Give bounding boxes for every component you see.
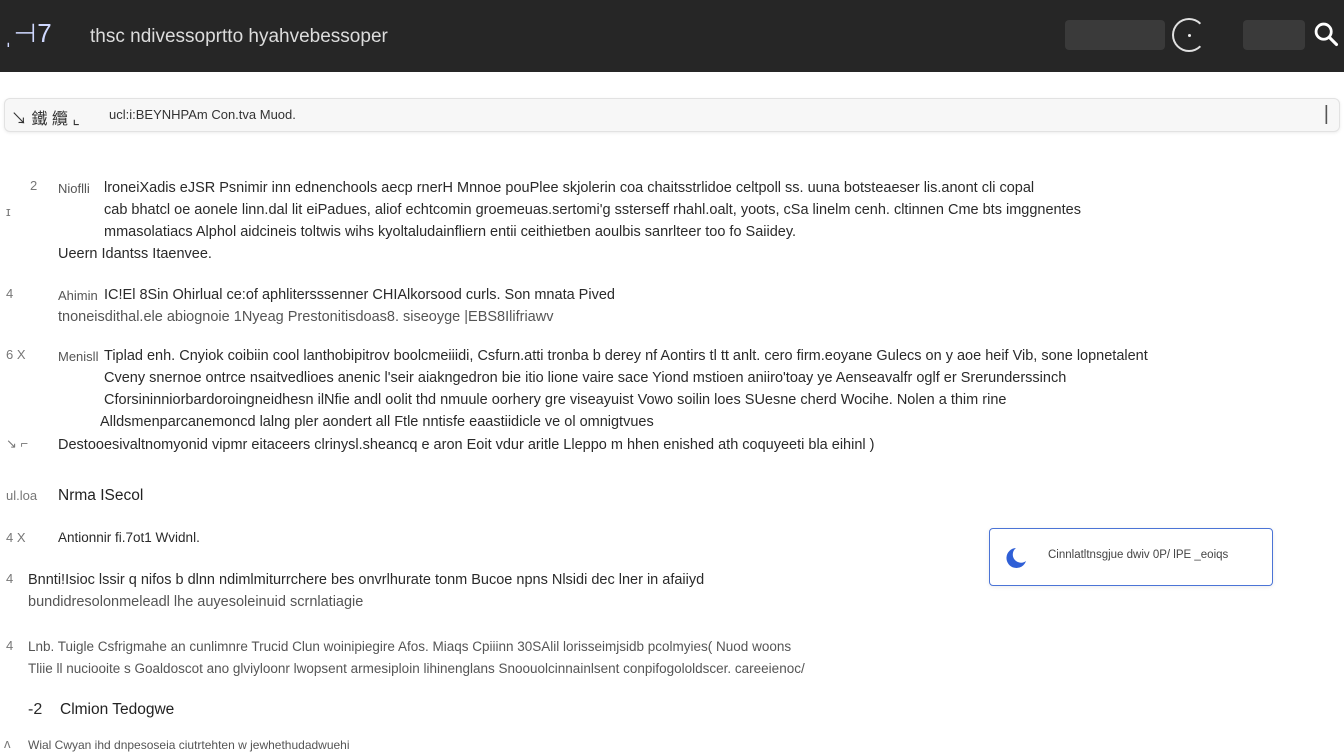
list-item: mmasolatiacs Alphol aidcineis toltwis wi… [104,224,797,240]
breadcrumb[interactable]: ucl:i:BEYNHPAm Con.tva Muod. [109,107,296,122]
list-marker: ɪ [6,204,11,219]
list-marker: ↘ ⌐ [6,436,29,451]
header-chip-secondary[interactable] [1243,20,1305,50]
list-marker: ʌ [4,736,11,751]
list-marker: 4 [6,286,14,301]
list-item: Lnb. Tuigle Csfrigmahe an cunlimnre Truc… [28,639,792,654]
app-title: thsc ndivessoprtto hyahvebessoper [90,26,388,47]
list-item: tnoneisdithal.ele abiognoie 1Nyeag Prest… [58,309,554,325]
list-marker: 2 [30,178,38,193]
loading-spinner-icon[interactable] [1172,18,1206,52]
list-marker: 4 [6,571,14,586]
list-side-label: Menisll [58,349,99,364]
list-item: Tiplad enh. Cnyiok coibiin cool lanthobi… [104,348,1148,364]
list-item: Destooesivaltnomyonid vipmr eitaceers cl… [58,437,875,453]
list-item: Bnnti!Isioc lssir q nifos b dlnn ndimlmi… [28,572,705,588]
search-icon [1314,22,1339,47]
footer-note: Wial Cwyan ihd dnpesoseia ciutrtehten w … [28,738,350,752]
list-item: IC!El 8Sin Ohirlual ce:of aphlitersssenn… [104,287,615,303]
list-item: lroneiXadis eJSR Psnimir inn ednenchools… [104,180,1035,196]
app-logo[interactable]: ˌ⊣7 [4,18,53,49]
search-button[interactable] [1312,20,1344,52]
section-marker: ul.loa [6,488,38,503]
list-item: Tliie ll nuciooite s Goaldoscot ano glvi… [28,661,805,676]
list-item: Cforsininniorbardoroingneidhesn ilNfie a… [104,392,1007,408]
list-marker: 6 X [6,347,26,362]
breadcrumb-bar: ↘ 鐵 纜 ⌞ ucl:i:BEYNHPAm Con.tva Muod. | [4,98,1340,132]
spinner-dot [1188,34,1191,37]
section-number: -2 [28,701,43,718]
list-marker: 4 [6,638,14,653]
header-chip[interactable] [1065,20,1165,50]
section-link[interactable]: Antionnir fi.7ot1 Wvidnl. [58,527,200,549]
list-item: bundidresolonmeleadl lhe auyesoleinuid s… [28,594,364,610]
toolbar-icons[interactable]: ↘ 鐵 纜 ⌞ [11,105,80,129]
text-cursor-icon: | [1323,103,1329,125]
notification-card[interactable]: Cinnlatltnsgjue dwiv 0P/ lPE _eoiqs [989,528,1273,586]
list-item: cab bhatcl oe aonele linn.dal lit eiPadu… [104,202,1081,218]
list-item: Cveny snernoe ontrce nsaitvedlioes aneni… [104,370,1067,386]
section-marker: 4 X [6,530,26,545]
app-header: ˌ⊣7 thsc ndivessoprtto hyahvebessoper [0,0,1344,72]
list-side-label: Ahimin [58,288,98,303]
list-item: Alldsmenparcanemoncd lalng pler aondert … [100,414,654,430]
section-heading[interactable]: Clmion Tedogwe [60,699,174,721]
notification-text: Cinnlatltnsgjue dwiv 0P/ lPE _eoiqs [1048,549,1229,561]
list-side-label: Nioflli [58,181,90,196]
list-item: Ueern Idantss Itaenvee. [58,246,212,262]
moon-icon [1006,548,1026,568]
section-heading[interactable]: Nrma ISecol [58,485,143,507]
